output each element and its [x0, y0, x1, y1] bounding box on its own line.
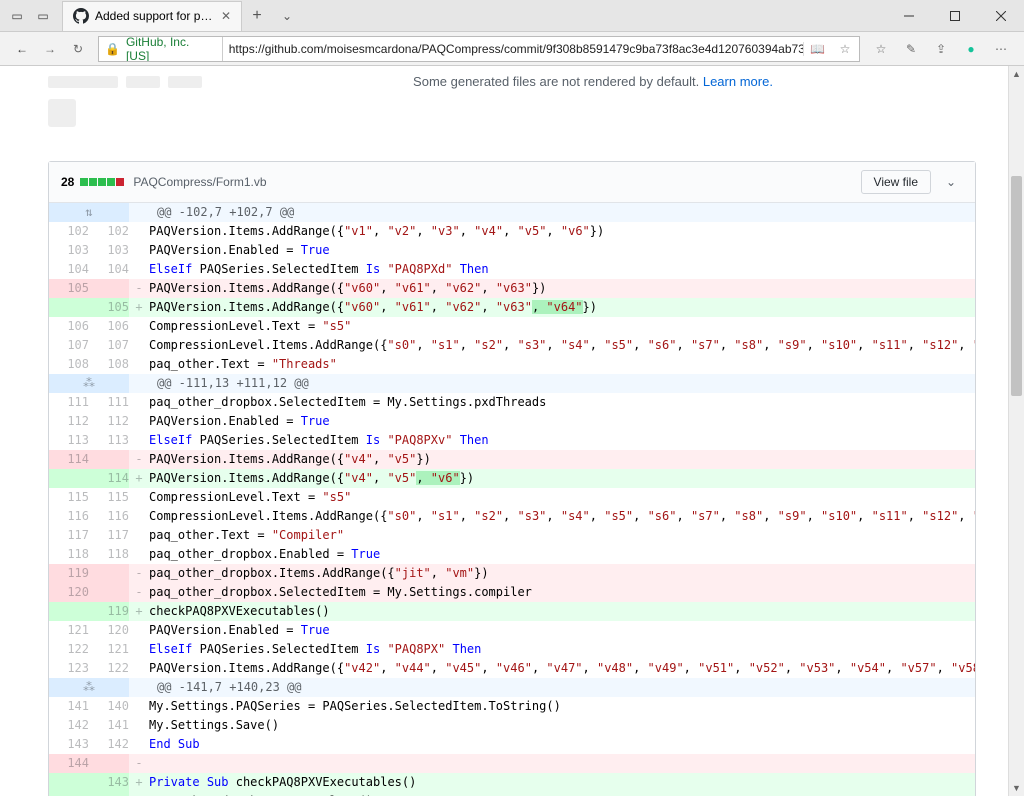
diff-line-del: 120- paq_other_dropbox.SelectedItem = My…	[49, 583, 975, 602]
tab-overflow-icon[interactable]: ⌄	[272, 9, 302, 23]
address-bar[interactable]: 🔒 GitHub, Inc. [US] https://github.com/m…	[98, 36, 860, 62]
tab-group-icon-2[interactable]: ▭	[31, 4, 55, 28]
notice-row: Some generated files are not rendered by…	[48, 66, 976, 95]
hunk-header: ⁂ @@ -141,7 +140,23 @@	[49, 678, 975, 697]
diff-line-add: 143+ Private Sub checkPAQ8PXVExecutables…	[49, 773, 975, 792]
diff-line-add: 119+ checkPAQ8PXVExecutables()	[49, 602, 975, 621]
lock-icon: 🔒	[99, 42, 126, 56]
vertical-scrollbar[interactable]: ▲ ▼	[1008, 66, 1024, 796]
notice-text: Some generated files are not rendered by…	[413, 74, 773, 89]
reading-view-icon[interactable]: 📖	[803, 42, 831, 56]
diff-line-del: 114- PAQVersion.Items.AddRange({"v4", "v…	[49, 450, 975, 469]
url-owner: GitHub, Inc. [US]	[126, 36, 223, 62]
diff-line-del: 144-	[49, 754, 975, 773]
scroll-down-arrow-icon[interactable]: ▼	[1009, 780, 1024, 796]
hunk-header: ⇅ @@ -102,7 +102,7 @@	[49, 203, 975, 222]
forward-button[interactable]: →	[36, 35, 64, 63]
scrollbar-thumb[interactable]	[1011, 176, 1022, 396]
hunk-header: ⁂ @@ -111,13 +111,12 @@	[49, 374, 975, 393]
window-maximize-button[interactable]	[932, 0, 978, 32]
diff-line: 116116 CompressionLevel.Items.AddRange({…	[49, 507, 975, 526]
back-button[interactable]: ←	[8, 35, 36, 63]
expand-icon[interactable]: ⁂	[49, 678, 129, 697]
diff-line: 122121 ElseIf PAQSeries.SelectedItem Is …	[49, 640, 975, 659]
diff-line-add: 114+ PAQVersion.Items.AddRange({"v4", "v…	[49, 469, 975, 488]
view-file-button[interactable]: View file	[861, 170, 931, 194]
diff-line: 111111 paq_other_dropbox.SelectedItem = …	[49, 393, 975, 412]
tab-close-icon[interactable]: ✕	[221, 9, 231, 23]
diff-line-add: 144+ paq_other_dropbox.Items.Clear()	[49, 792, 975, 796]
diff-line: 121120 PAQVersion.Enabled = True	[49, 621, 975, 640]
diff-line: 123122 PAQVersion.Items.AddRange({"v42",…	[49, 659, 975, 678]
diff-table: ⇅ @@ -102,7 +102,7 @@ 102102 PAQVersion.…	[49, 203, 975, 796]
scroll-up-arrow-icon[interactable]: ▲	[1009, 66, 1024, 82]
diff-line: 142141 My.Settings.Save()	[49, 716, 975, 735]
new-tab-button[interactable]: +	[242, 7, 272, 25]
browser-toolbar: ← → ↻ 🔒 GitHub, Inc. [US] https://github…	[0, 32, 1024, 66]
notes-icon[interactable]: ✎	[896, 35, 926, 63]
diff-line: 115115 CompressionLevel.Text = "s5"	[49, 488, 975, 507]
diff-file: 28 PAQCompress/Form1.vb View file ⌄ ⇅ @@…	[48, 161, 976, 796]
diff-line: 106106 CompressionLevel.Text = "s5"	[49, 317, 975, 336]
browser-titlebar: ▭ ▭ Added support for paq8 ✕ + ⌄	[0, 0, 1024, 32]
refresh-button[interactable]: ↻	[64, 35, 92, 63]
diff-line: 103103 PAQVersion.Enabled = True	[49, 241, 975, 260]
url-text: https://github.com/moisesmcardona/PAQCom…	[223, 42, 803, 56]
change-count: 28	[61, 175, 74, 189]
diff-line: 102102 PAQVersion.Items.AddRange({"v1", …	[49, 222, 975, 241]
avatar-skeleton	[48, 99, 76, 127]
diff-line-del: 105- PAQVersion.Items.AddRange({"v60", "…	[49, 279, 975, 298]
expand-icon[interactable]: ⇅	[49, 203, 129, 222]
file-options-icon[interactable]: ⌄	[939, 175, 963, 189]
favorites-icon[interactable]: ☆	[866, 35, 896, 63]
diff-line: 118118 paq_other_dropbox.Enabled = True	[49, 545, 975, 564]
diff-line: 112112 PAQVersion.Enabled = True	[49, 412, 975, 431]
diff-line: 108108 paq_other.Text = "Threads"	[49, 355, 975, 374]
window-controls	[886, 0, 1024, 32]
diff-line: 141140 My.Settings.PAQSeries = PAQSeries…	[49, 697, 975, 716]
diff-line-add: 105+ PAQVersion.Items.AddRange({"v60", "…	[49, 298, 975, 317]
diffstat-icon	[80, 178, 125, 186]
diff-line: 104104 ElseIf PAQSeries.SelectedItem Is …	[49, 260, 975, 279]
diff-line: 143142 End Sub	[49, 735, 975, 754]
tab-title: Added support for paq8	[95, 9, 215, 23]
tab-group-icon-1[interactable]: ▭	[5, 4, 29, 28]
expand-icon[interactable]: ⁂	[49, 374, 129, 393]
diff-line: 117117 paq_other.Text = "Compiler"	[49, 526, 975, 545]
window-minimize-button[interactable]	[886, 0, 932, 32]
share-icon[interactable]: ⇪	[926, 35, 956, 63]
diff-line-del: 119- paq_other_dropbox.Items.AddRange({"…	[49, 564, 975, 583]
file-header: 28 PAQCompress/Form1.vb View file ⌄	[49, 162, 975, 203]
window-close-button[interactable]	[978, 0, 1024, 32]
tab-strip: ▭ ▭ Added support for paq8 ✕ + ⌄	[0, 1, 302, 31]
browser-tab[interactable]: Added support for paq8 ✕	[62, 1, 242, 31]
file-path[interactable]: PAQCompress/Form1.vb	[133, 175, 266, 189]
more-icon[interactable]: ⋯	[986, 35, 1016, 63]
diff-line: 107107 CompressionLevel.Items.AddRange({…	[49, 336, 975, 355]
diff-line: 113113 ElseIf PAQSeries.SelectedItem Is …	[49, 431, 975, 450]
learn-more-link[interactable]: Learn more.	[703, 74, 773, 89]
page-content: Some generated files are not rendered by…	[0, 66, 1024, 796]
github-favicon-icon	[73, 8, 89, 24]
favorite-star-icon[interactable]: ☆	[831, 42, 859, 56]
grammarly-icon[interactable]: ●	[956, 35, 986, 63]
